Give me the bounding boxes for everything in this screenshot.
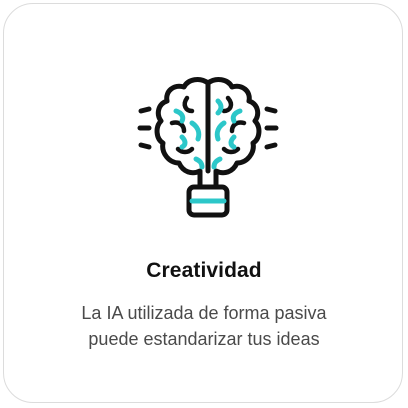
brain-lightbulb-icon	[132, 71, 284, 223]
description-line-2: puede estandarizar tus ideas	[88, 329, 320, 349]
creativity-card: Creatividad La IA utilizada de forma pas…	[3, 3, 403, 403]
card-title: Creatividad	[146, 259, 262, 282]
card-description: La IA utilizada de forma pasiva puede es…	[34, 300, 374, 352]
description-line-1: La IA utilizada de forma pasiva	[81, 303, 327, 323]
